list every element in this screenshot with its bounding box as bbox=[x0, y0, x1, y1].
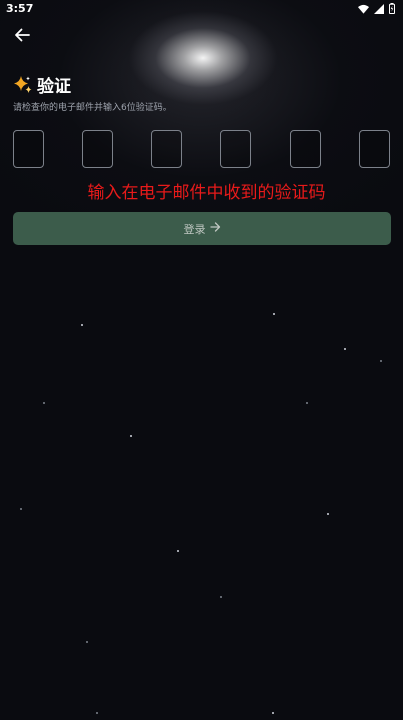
star-decoration bbox=[96, 712, 98, 714]
status-bar: 3:57 bbox=[0, 0, 403, 18]
star-decoration bbox=[273, 313, 275, 315]
verification-screen: 3:57 验证 请检查你的电子邮件并输入6位验证码。 输入在电子邮件中收到的验证… bbox=[0, 0, 403, 720]
star-decoration bbox=[177, 550, 179, 552]
star-decoration bbox=[43, 402, 45, 404]
star-decoration bbox=[81, 324, 83, 326]
arrow-left-icon bbox=[14, 27, 30, 46]
star-decoration bbox=[306, 402, 308, 404]
battery-icon bbox=[389, 3, 395, 14]
sparkle-icon bbox=[12, 74, 34, 100]
star-decoration bbox=[272, 712, 274, 714]
login-button[interactable]: 登录 bbox=[13, 212, 391, 245]
overlay-instruction: 输入在电子邮件中收到的验证码 bbox=[87, 183, 326, 203]
status-time: 3:57 bbox=[6, 2, 34, 15]
code-input-row bbox=[13, 130, 391, 169]
arrow-right-icon bbox=[209, 222, 221, 235]
page-title: 验证 bbox=[37, 77, 71, 97]
star-decoration bbox=[344, 348, 346, 350]
star-decoration bbox=[86, 641, 88, 643]
code-digit-input-1[interactable] bbox=[13, 130, 44, 168]
star-decoration bbox=[20, 508, 22, 510]
code-digit-input-3[interactable] bbox=[151, 130, 182, 168]
login-button-label: 登录 bbox=[183, 222, 206, 236]
status-icons bbox=[358, 3, 395, 14]
verification-instructions: 请检查你的电子邮件并输入6位验证码。 bbox=[13, 103, 172, 113]
code-digit-input-4[interactable] bbox=[220, 130, 251, 168]
code-digit-input-6[interactable] bbox=[359, 130, 390, 168]
code-digit-input-5[interactable] bbox=[290, 130, 321, 168]
star-decoration bbox=[220, 596, 222, 598]
wifi-icon bbox=[358, 4, 369, 14]
title-row: 验证 bbox=[12, 74, 71, 100]
code-digit-input-2[interactable] bbox=[82, 130, 113, 168]
star-decoration bbox=[130, 435, 132, 437]
signal-icon bbox=[374, 3, 384, 14]
star-decoration bbox=[380, 360, 382, 362]
star-decoration bbox=[327, 513, 329, 515]
back-button[interactable] bbox=[10, 24, 34, 48]
